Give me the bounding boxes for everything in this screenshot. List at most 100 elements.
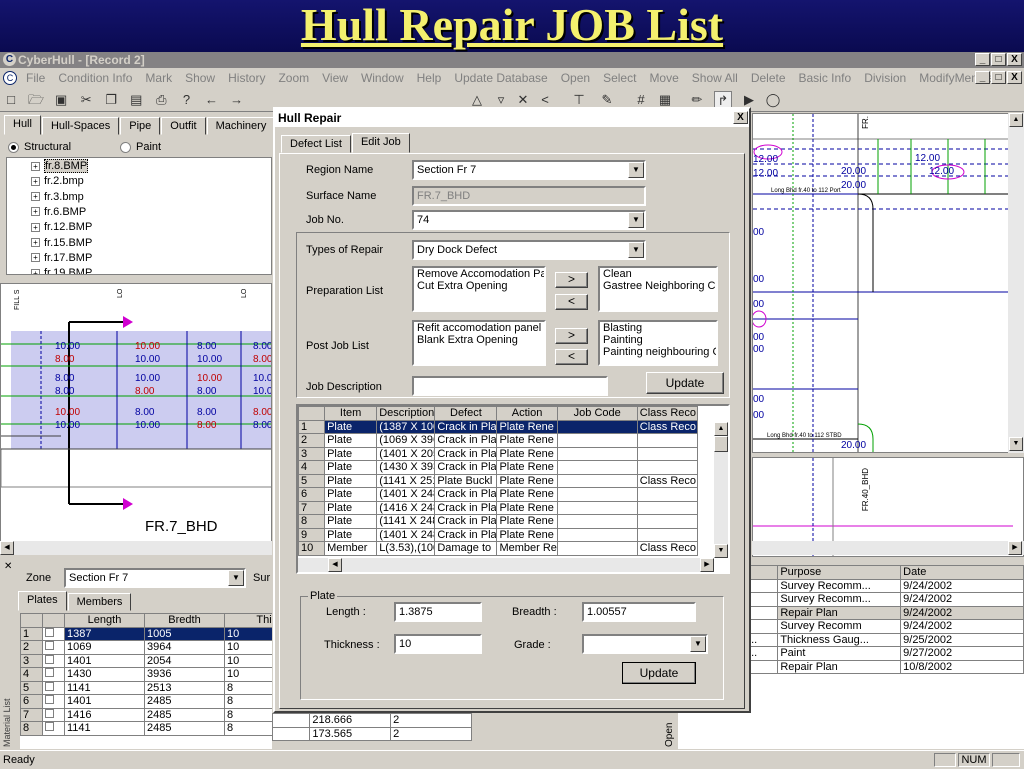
length-input[interactable]: 1.3875 [394, 602, 482, 622]
scroll-up-icon[interactable]: ▲ [714, 422, 728, 436]
table-row[interactable]: 6 1401 2485 8 [20, 694, 272, 709]
row-checkbox[interactable] [42, 667, 65, 682]
back-arrow-icon[interactable]: ← [203, 91, 221, 109]
menu-item[interactable]: Basic Info [799, 71, 852, 85]
preparation-selected-list[interactable]: Clean Gastree Neighboring Co [598, 266, 718, 312]
job-update-button[interactable]: Update [646, 372, 724, 394]
breadth-input[interactable]: 1.00557 [582, 602, 696, 622]
copy-icon[interactable]: ❐ [102, 91, 120, 109]
right-drawing-canvas[interactable]: FR. 12.00 12.00 20.00 20.00 12.00 12.00 … [752, 113, 1024, 453]
menu-item[interactable]: Division [864, 71, 906, 85]
types-of-repair-select[interactable]: Dry Dock Defect ▼ [412, 240, 646, 260]
maximize-button[interactable]: □ [991, 53, 1006, 66]
close-button[interactable]: X [1007, 53, 1022, 66]
doc-close-button[interactable]: X [1007, 71, 1022, 84]
tree-item[interactable]: + fr.17.BMP [31, 252, 92, 266]
tree-item[interactable]: + fr.12.BMP [31, 221, 92, 235]
menu-item[interactable]: Update Database [454, 71, 547, 85]
table-row[interactable]: 9 Plate (1401 X 248 Crack in Pla Plate Rene [298, 527, 699, 542]
expand-icon[interactable]: + [31, 176, 40, 186]
scroll-right-icon[interactable]: ▶ [1008, 541, 1022, 555]
region-name-select[interactable]: Section Fr 7 ▼ [412, 160, 646, 180]
tree-item[interactable]: + fr.2.bmp [31, 175, 84, 189]
chevron-down-icon[interactable]: ▼ [628, 242, 644, 258]
prep-add-button[interactable]: > [555, 272, 588, 288]
table-row[interactable]: 2 Plate (1069 X 396 Crack in Pla Plate Rene [298, 433, 699, 448]
forward-arrow-icon[interactable]: → [228, 91, 246, 109]
expand-icon[interactable]: + [31, 268, 40, 274]
list-item[interactable]: Cut Extra Opening [417, 280, 544, 292]
list-item[interactable]: Clean [603, 268, 716, 280]
table-row[interactable]: 7 1416 2485 8 [20, 707, 272, 722]
row-checkbox[interactable] [42, 653, 65, 668]
menu-item[interactable]: Window [361, 71, 404, 85]
expand-icon[interactable]: + [31, 207, 40, 217]
prep-remove-button[interactable]: < [555, 294, 588, 310]
scroll-up-icon[interactable]: ▲ [1009, 113, 1023, 127]
table-row[interactable]: 2 1069 3964 10 [20, 640, 272, 655]
menu-item[interactable]: Zoom [278, 71, 309, 85]
list-item[interactable]: Blank Extra Opening [417, 334, 544, 346]
table-row[interactable]: 7 Plate (1416 X 248 Crack in Pla Plate Rene [298, 500, 699, 515]
doc-restore-button[interactable]: □ [991, 71, 1006, 84]
preparation-available-list[interactable]: Remove Accomodation Pa Cut Extra Opening [412, 266, 546, 312]
paint-radio[interactable]: Paint [120, 141, 180, 155]
menu-item[interactable]: Show [185, 71, 215, 85]
grid-vscroll[interactable]: ▲ ▼ [714, 422, 728, 558]
job-description-input[interactable] [412, 376, 608, 396]
open-folder-icon[interactable]: 🗁 [27, 91, 45, 109]
post-job-selected-list[interactable]: Blasting Painting Painting neighbouring … [598, 320, 718, 366]
tab[interactable]: Machinery [206, 117, 276, 135]
thickness-input[interactable]: 10 [394, 634, 482, 654]
help-icon[interactable]: ? [177, 91, 195, 109]
expand-icon[interactable]: + [31, 253, 40, 263]
table-header[interactable]: Bredth [144, 613, 225, 628]
table-header[interactable]: Action [496, 406, 558, 421]
list-item[interactable]: Gastree Neighboring Co [603, 280, 716, 292]
table-header[interactable]: Date [900, 565, 1024, 580]
menu-item[interactable]: Move [649, 71, 678, 85]
expand-icon[interactable]: + [31, 222, 40, 232]
row-checkbox[interactable] [42, 721, 65, 736]
tab[interactable]: Hull [4, 115, 41, 135]
table-row[interactable]: 5 1141 2513 8 [20, 680, 272, 695]
grid-hscroll[interactable]: ◀ ▶ [298, 558, 714, 572]
tree-item[interactable]: + fr.15.BMP [31, 237, 92, 251]
tree-item[interactable]: + fr.8.BMP [31, 159, 89, 174]
job-items-grid[interactable]: Item Description Defect Action Job Code Class… [296, 404, 730, 574]
tree-item[interactable]: + fr.19.BMP [31, 267, 92, 274]
row-checkbox[interactable] [42, 626, 65, 641]
menu-item[interactable]: File [26, 71, 45, 85]
post-remove-button[interactable]: < [555, 349, 588, 365]
scroll-down-icon[interactable]: ▼ [714, 544, 728, 558]
list-item[interactable]: Remove Accomodation Pa [417, 268, 544, 280]
tab[interactable]: Pipe [120, 117, 161, 135]
menu-item[interactable]: View [322, 71, 348, 85]
scroll-left-icon[interactable]: ◀ [0, 541, 14, 555]
tab-defect-list[interactable]: Defect List [281, 135, 351, 153]
doc-minimize-button[interactable]: _ [975, 71, 990, 84]
tab[interactable]: Hull-Spaces [41, 117, 120, 135]
table-header[interactable]: Item [324, 406, 378, 421]
right-hscroll[interactable]: ▶ [752, 541, 1024, 555]
job-no-select[interactable]: 74 ▼ [412, 210, 646, 230]
post-job-available-list[interactable]: Refit accomodation panel / Blank Extra O… [412, 320, 546, 366]
table-row[interactable]: 8 1141 2485 8 [20, 721, 272, 736]
row-checkbox[interactable] [42, 694, 65, 709]
plate-update-button[interactable]: Update [622, 662, 696, 684]
table-row[interactable]: 6 Plate (1401 X 248 Crack in Pla Plate Rene [298, 487, 699, 502]
list-item[interactable]: Refit accomodation panel / [417, 322, 544, 334]
tree-item[interactable]: + fr.6.BMP [31, 206, 86, 220]
list-item[interactable]: Blasting [603, 322, 716, 334]
table-row[interactable]: 3 Plate (1401 X 205 Crack in Pla Plate Rene [298, 446, 699, 461]
new-icon[interactable]: □ [2, 91, 20, 109]
menu-item[interactable]: Help [417, 71, 442, 85]
tab[interactable]: Members [67, 593, 132, 611]
structural-radio[interactable]: Structural [8, 141, 78, 155]
scroll-down-icon[interactable]: ▼ [1009, 437, 1023, 451]
chevron-down-icon[interactable]: ▼ [228, 570, 244, 586]
table-row[interactable]: 1 1387 1005 10 [20, 626, 272, 641]
row-checkbox[interactable] [42, 707, 65, 722]
scroll-thumb[interactable] [714, 436, 728, 452]
scroll-right-icon[interactable]: ▶ [700, 558, 714, 572]
